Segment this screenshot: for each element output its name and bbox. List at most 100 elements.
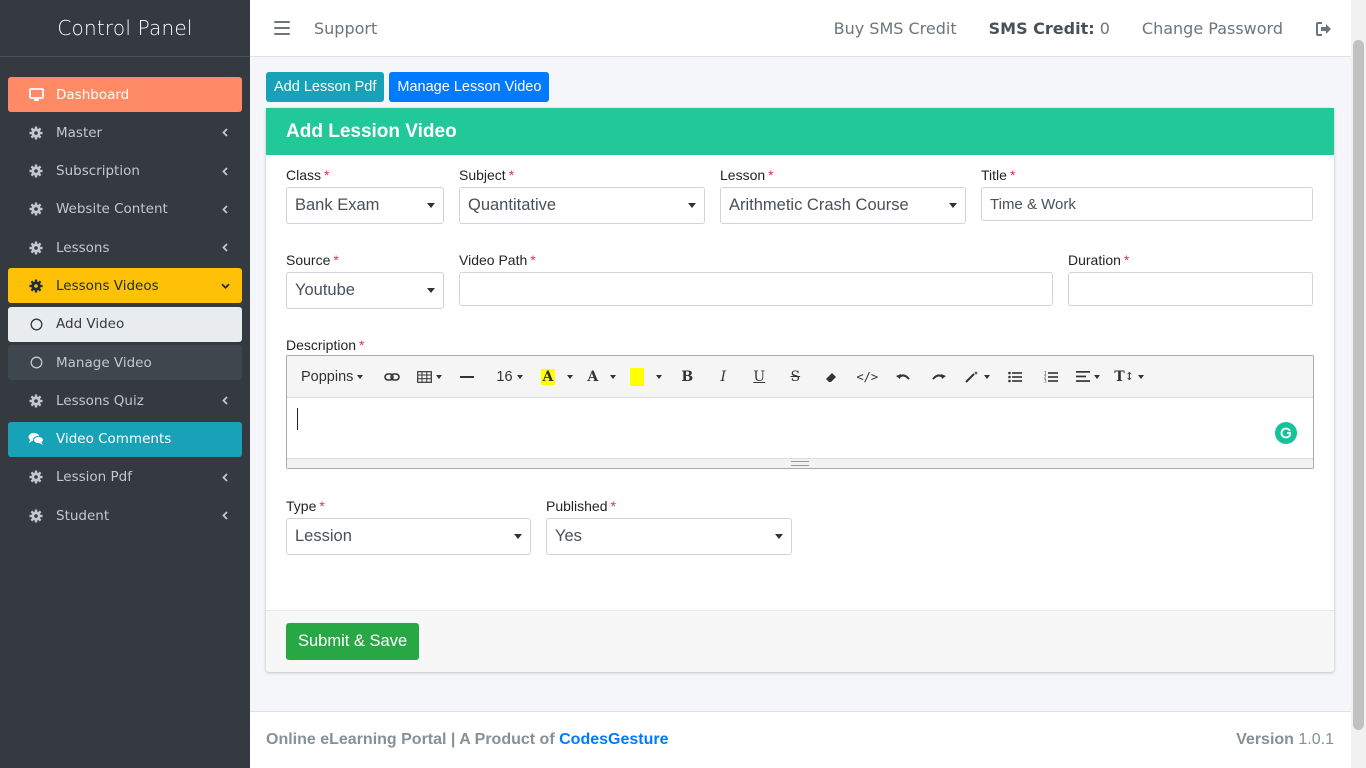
sidebar-item-lession-pdf[interactable]: Lession Pdf xyxy=(8,460,242,495)
sidebar-item-label: Add Video xyxy=(56,316,125,333)
title-label: Title * xyxy=(981,167,1016,183)
sidebar-item-lessons-quiz[interactable]: Lessons Quiz xyxy=(8,383,242,418)
lesson-label: Lesson * xyxy=(720,167,774,183)
title-input[interactable]: Time & Work xyxy=(981,187,1313,221)
sidebar-nav: Dashboard Master Subscription Website Co… xyxy=(0,57,250,533)
comments-icon xyxy=(28,431,44,447)
description-textarea[interactable] xyxy=(287,398,1313,458)
required-mark: * xyxy=(508,167,515,183)
lesson-value: Arithmetic Crash Course xyxy=(729,196,909,214)
topbar-right: Buy SMS Credit SMS Credit: 0 Change Pass… xyxy=(834,0,1351,57)
font-color-icon[interactable]: A xyxy=(537,362,578,392)
duration-input[interactable] xyxy=(1068,272,1313,306)
required-mark: * xyxy=(359,337,365,353)
type-value: Lession xyxy=(295,527,352,545)
sidebar-item-label: Website Content xyxy=(56,201,168,218)
class-select[interactable]: Bank Exam xyxy=(286,187,444,224)
scrollbar-thumb[interactable] xyxy=(1353,40,1364,730)
sms-credit-label: SMS Credit: xyxy=(988,19,1095,38)
dropdown-arrow-icon xyxy=(688,203,696,208)
lesson-group: Lesson * Arithmetic Crash Course xyxy=(720,167,966,224)
required-mark: * xyxy=(324,167,330,183)
class-label: Class * xyxy=(286,167,330,183)
video-path-label: Video Path * xyxy=(459,252,536,268)
dropdown-arrow-icon xyxy=(775,534,783,539)
font-family-dropdown[interactable]: Poppins xyxy=(293,362,371,392)
manage-lesson-video-button[interactable]: Manage Lesson Video xyxy=(389,72,550,102)
horizontal-rule-icon[interactable] xyxy=(452,362,482,392)
redo-icon[interactable] xyxy=(924,362,954,392)
support-link[interactable]: Support xyxy=(314,19,377,38)
brand-title[interactable]: Control Panel xyxy=(0,0,250,57)
text-cursor xyxy=(297,408,298,430)
logout-icon[interactable] xyxy=(1315,20,1333,38)
subject-select[interactable]: Quantitative xyxy=(459,187,705,224)
underline-icon[interactable]: U xyxy=(744,362,774,392)
change-password-link[interactable]: Change Password xyxy=(1142,19,1283,38)
menu-toggle-icon[interactable] xyxy=(274,21,290,35)
title-group: Title * Time & Work xyxy=(981,167,1313,221)
code-view-icon[interactable]: </> xyxy=(852,362,882,392)
line-height-icon[interactable]: T ↕ xyxy=(1110,362,1148,392)
sidebar-item-subscription[interactable]: Subscription xyxy=(8,154,242,189)
published-select[interactable]: Yes xyxy=(546,518,792,555)
align-icon[interactable] xyxy=(1072,362,1104,392)
description-editor: Poppins 16 A A B I U S </> 1 2 3 T ↕ xyxy=(286,355,1314,469)
magic-wand-icon[interactable] xyxy=(960,362,994,392)
lesson-select[interactable]: Arithmetic Crash Course xyxy=(720,187,966,224)
italic-icon[interactable]: I xyxy=(708,362,738,392)
text-color-icon[interactable]: A xyxy=(583,362,620,392)
sidebar-item-video-comments[interactable]: Video Comments xyxy=(8,421,242,457)
sidebar-item-lessons-videos[interactable]: Lessons Videos xyxy=(8,268,242,304)
codesgesture-link[interactable]: CodesGesture xyxy=(559,731,668,748)
unordered-list-icon[interactable] xyxy=(1000,362,1030,392)
add-lesson-pdf-button[interactable]: Add Lesson Pdf xyxy=(266,72,385,102)
editor-resize-handle[interactable] xyxy=(287,458,1313,468)
gear-icon xyxy=(28,240,44,256)
subject-group: Subject * Quantitative xyxy=(459,167,705,224)
version-label: Version xyxy=(1236,731,1294,748)
table-icon[interactable] xyxy=(413,362,446,392)
top-navbar: Support Buy SMS Credit SMS Credit: 0 Cha… xyxy=(250,0,1351,57)
sidebar-item-dashboard[interactable]: Dashboard xyxy=(8,77,242,112)
type-select[interactable]: Lession xyxy=(286,518,531,555)
sidebar-item-manage-video[interactable]: Manage Video xyxy=(8,345,242,381)
required-mark: * xyxy=(1123,252,1130,268)
sidebar-item-lessons[interactable]: Lessons xyxy=(8,230,242,265)
duration-group: Duration * xyxy=(1068,252,1313,306)
subject-label: Subject * xyxy=(459,167,515,183)
duration-label: Duration * xyxy=(1068,252,1130,268)
required-mark: * xyxy=(768,167,774,183)
sidebar-item-label: Subscription xyxy=(56,163,140,180)
required-mark: * xyxy=(1009,167,1016,183)
sidebar-item-master[interactable]: Master xyxy=(8,115,242,150)
strikethrough-icon[interactable]: S xyxy=(780,362,810,392)
description-label: Description * xyxy=(286,337,365,353)
video-path-input[interactable] xyxy=(459,272,1053,306)
subject-value: Quantitative xyxy=(468,196,557,214)
required-mark: * xyxy=(333,252,339,268)
undo-icon[interactable] xyxy=(888,362,918,392)
gear-icon xyxy=(28,508,44,524)
link-icon[interactable] xyxy=(377,362,407,392)
sidebar-item-label: Lession Pdf xyxy=(56,469,132,486)
ordered-list-icon[interactable]: 123 xyxy=(1036,362,1066,392)
eraser-icon[interactable] xyxy=(816,362,846,392)
sidebar-item-website-content[interactable]: Website Content xyxy=(8,192,242,227)
source-select[interactable]: Youtube xyxy=(286,272,444,309)
font-size-dropdown[interactable]: 16 xyxy=(488,362,530,392)
bold-icon[interactable]: B xyxy=(672,362,702,392)
type-label: Type * xyxy=(286,498,325,514)
editor-toolbar: Poppins 16 A A B I U S </> 1 2 3 T ↕ xyxy=(287,356,1313,398)
sidebar-item-student[interactable]: Student xyxy=(8,498,242,533)
submit-save-button[interactable]: Submit & Save xyxy=(286,623,420,660)
sidebar: Control Panel Dashboard Master Subscript… xyxy=(0,0,250,768)
grammarly-icon[interactable] xyxy=(1275,422,1297,444)
chevron-left-icon xyxy=(220,128,230,138)
sidebar-item-add-video[interactable]: Add Video xyxy=(8,306,242,342)
buy-sms-credit-link[interactable]: Buy SMS Credit xyxy=(834,19,957,38)
highlight-color-icon[interactable] xyxy=(626,362,666,392)
sidebar-item-label: Lessons Videos xyxy=(56,277,159,294)
dropdown-arrow-icon xyxy=(427,203,435,208)
page-scrollbar[interactable] xyxy=(1351,0,1366,768)
